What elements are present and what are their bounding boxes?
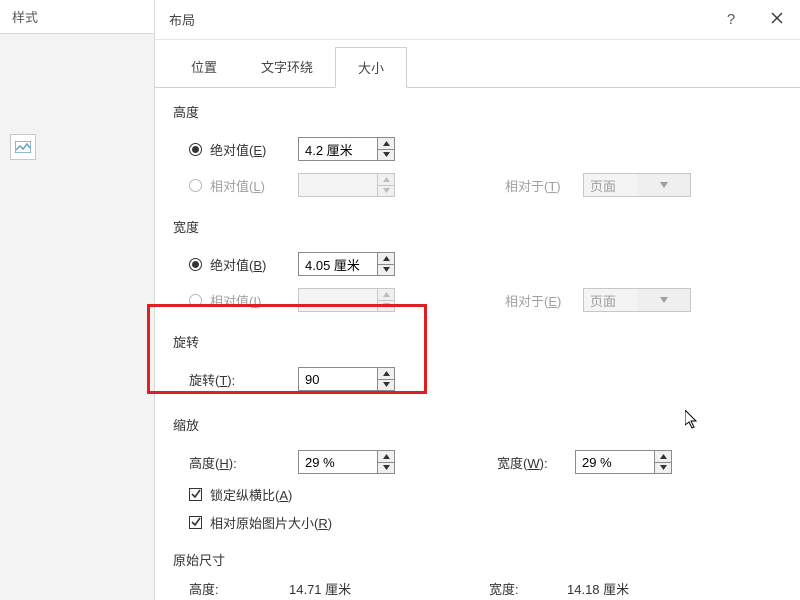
- tab-text-wrap[interactable]: 文字环绕: [239, 47, 335, 88]
- label-relative-original: 相对原始图片大小(R): [210, 513, 332, 532]
- radio-height-relative[interactable]: [189, 179, 202, 192]
- label-width-absolute: 绝对值(B): [210, 255, 298, 274]
- styles-group-label: 样式: [0, 0, 154, 34]
- spin-down-icon[interactable]: [655, 463, 671, 474]
- group-height: 高度 绝对值(E) 相对值(L): [173, 102, 782, 203]
- spin-up-icon: [378, 174, 394, 186]
- label-height-absolute: 绝对值(E): [210, 140, 298, 159]
- close-button[interactable]: [754, 0, 800, 40]
- group-width: 宽度 绝对值(B) 相对值(I): [173, 217, 782, 318]
- spin-down-icon: [378, 186, 394, 197]
- group-rotate-label: 旋转: [173, 332, 782, 351]
- chevron-down-icon: [637, 289, 690, 311]
- spin-down-icon: [378, 301, 394, 312]
- radio-width-absolute[interactable]: [189, 258, 202, 271]
- spin-down-icon[interactable]: [378, 380, 394, 391]
- tab-strip: 位置 文字环绕 大小: [155, 46, 800, 88]
- spin-up-icon[interactable]: [378, 138, 394, 150]
- spin-up-icon[interactable]: [378, 368, 394, 380]
- label-height-relative: 相对值(L): [210, 176, 298, 195]
- group-original-size: 原始尺寸 高度: 14.71 厘米 宽度: 14.18 厘米: [173, 550, 782, 598]
- label-scale-width: 宽度(W):: [497, 453, 575, 472]
- ribbon-panel: 样式: [0, 0, 155, 600]
- label-lock-aspect: 锁定纵横比(A): [210, 485, 292, 504]
- spin-up-icon[interactable]: [378, 253, 394, 265]
- tab-position[interactable]: 位置: [169, 47, 239, 88]
- label-rotate: 旋转(T):: [189, 370, 298, 389]
- spin-down-icon[interactable]: [378, 463, 394, 474]
- input-width-absolute[interactable]: [299, 253, 377, 275]
- layout-dialog: 布局 ? 位置 文字环绕 大小 高度 绝对值(E): [155, 0, 800, 600]
- spinner-rotate[interactable]: [298, 367, 395, 391]
- label-original-height: 高度:: [189, 579, 289, 598]
- input-height-absolute[interactable]: [299, 138, 377, 160]
- spin-up-icon[interactable]: [655, 451, 671, 463]
- value-original-height: 14.71 厘米: [289, 579, 489, 598]
- checkbox-lock-aspect[interactable]: [189, 488, 202, 501]
- input-scale-height[interactable]: [299, 451, 377, 473]
- tab-size[interactable]: 大小: [335, 47, 407, 88]
- spinner-scale-height[interactable]: [298, 450, 395, 474]
- titlebar: 布局 ?: [155, 0, 800, 40]
- spinner-width-relative: [298, 288, 395, 312]
- spinner-height-relative: [298, 173, 395, 197]
- label-width-relative: 相对值(I): [210, 291, 298, 310]
- group-height-label: 高度: [173, 102, 782, 121]
- radio-height-absolute[interactable]: [189, 143, 202, 156]
- label-width-relative-to: 相对于(E): [505, 291, 583, 310]
- group-original-size-label: 原始尺寸: [173, 550, 782, 569]
- label-original-width: 宽度:: [489, 579, 567, 598]
- label-scale-height: 高度(H):: [189, 453, 298, 472]
- spin-up-icon[interactable]: [378, 451, 394, 463]
- combo-height-relative-to: 页面: [583, 173, 691, 197]
- input-height-relative: [299, 174, 377, 196]
- spinner-scale-width[interactable]: [575, 450, 672, 474]
- spinner-width-absolute[interactable]: [298, 252, 395, 276]
- group-rotate: 旋转 旋转(T):: [173, 332, 782, 397]
- picture-style-thumb[interactable]: [10, 134, 36, 160]
- checkbox-relative-original[interactable]: [189, 516, 202, 529]
- dialog-content: 高度 绝对值(E) 相对值(L): [155, 88, 800, 598]
- spin-down-icon[interactable]: [378, 265, 394, 276]
- help-button[interactable]: ?: [708, 0, 754, 40]
- label-height-relative-to: 相对于(T): [505, 176, 583, 195]
- dialog-title: 布局: [169, 10, 708, 29]
- chevron-down-icon: [637, 174, 690, 196]
- close-icon: [771, 12, 783, 27]
- input-rotate[interactable]: [299, 368, 377, 390]
- radio-width-relative[interactable]: [189, 294, 202, 307]
- group-width-label: 宽度: [173, 217, 782, 236]
- group-scale: 缩放 高度(H): 宽度(W):: [173, 415, 782, 536]
- spin-down-icon[interactable]: [378, 150, 394, 161]
- spin-up-icon: [378, 289, 394, 301]
- input-scale-width[interactable]: [576, 451, 654, 473]
- input-width-relative: [299, 289, 377, 311]
- spinner-height-absolute[interactable]: [298, 137, 395, 161]
- combo-width-relative-to: 页面: [583, 288, 691, 312]
- value-original-width: 14.18 厘米: [567, 579, 767, 598]
- group-scale-label: 缩放: [173, 415, 782, 434]
